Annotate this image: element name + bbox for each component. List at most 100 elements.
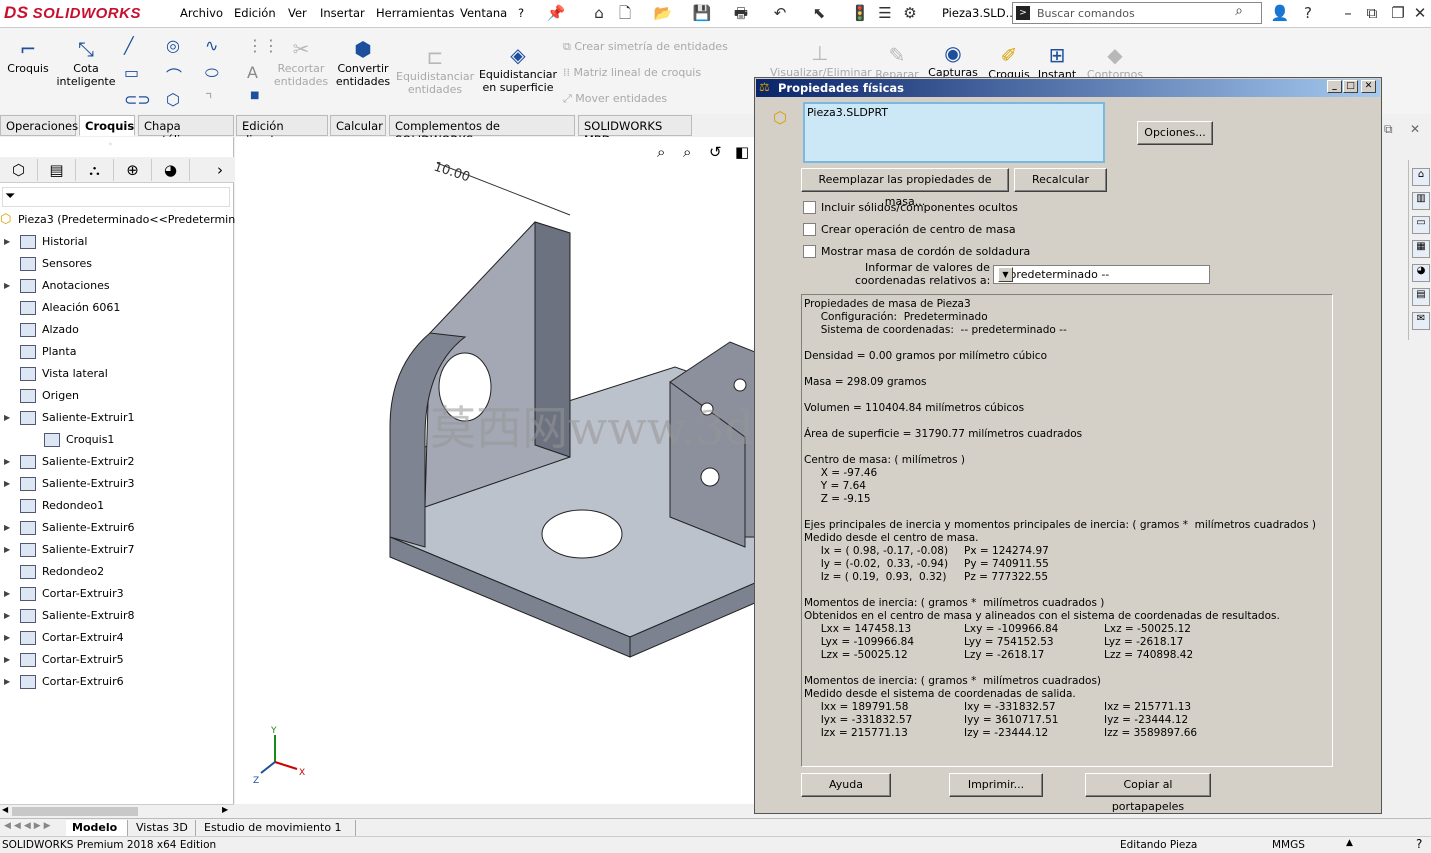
include-hidden-checkbox[interactable] — [803, 201, 816, 214]
dialog-close-icon[interactable]: ✕ — [1361, 80, 1376, 93]
print-button[interactable]: Imprimir... — [949, 773, 1043, 797]
dialog-title[interactable]: Propiedades físicas — [756, 79, 1380, 97]
select-icon[interactable]: ⬉ — [809, 4, 829, 22]
pin-icon[interactable]: 📌 — [546, 4, 566, 22]
design-library-icon[interactable]: ▥ — [1412, 192, 1430, 210]
close-icon[interactable]: ✕ — [1410, 4, 1430, 22]
tree-item[interactable]: Vista lateral — [0, 363, 234, 385]
move-entities-button[interactable]: ⤢ Mover entidades — [563, 92, 667, 106]
repair-sketch-button[interactable]: ✎ Reparar — [874, 42, 920, 81]
sketch-button[interactable]: ⌐ Croquis — [4, 36, 52, 75]
zoom-area-icon[interactable]: ⌕ — [683, 143, 691, 161]
offset-entities-button[interactable]: ⊏ Equidistanciar entidades — [396, 44, 474, 96]
forum-icon[interactable]: ✉ — [1412, 312, 1430, 330]
ellipse-icon[interactable]: ⬭ — [205, 63, 219, 83]
point-icon[interactable]: ■ — [250, 90, 259, 101]
linear-pattern-button[interactable]: ⁞⁞ Matriz lineal de croquis — [563, 66, 701, 79]
convert-entities-button[interactable]: ⬢ Convertir entidades — [334, 36, 392, 88]
expand-icon[interactable]: ▶ — [4, 473, 10, 495]
dialog-maximize-icon[interactable]: □ — [1343, 80, 1358, 93]
expand-icon[interactable]: ▶ — [4, 275, 10, 297]
open-icon[interactable]: 📂 — [653, 4, 673, 22]
display-manager-icon[interactable]: ◕ — [152, 159, 190, 181]
menu-archivo[interactable]: Archivo — [180, 6, 223, 20]
tree-item[interactable]: ▶ Saliente-Extruir6 — [0, 517, 234, 539]
expand-icon[interactable]: ▶ — [4, 451, 10, 473]
tree-item[interactable]: ▶ Cortar-Extruir5 — [0, 649, 234, 671]
show-weld-checkbox[interactable] — [803, 245, 816, 258]
menu-edicion[interactable]: Edición — [234, 6, 276, 20]
tree-filter[interactable]: ⏷ — [2, 187, 230, 207]
slot-icon[interactable]: ⊂⊃ — [124, 90, 151, 109]
arc-icon[interactable]: ⌒ — [166, 63, 182, 87]
smart-dimension-button[interactable]: ⤡ Cota inteligente — [56, 36, 116, 88]
rapid-sketch-button[interactable]: ✐ Croquis — [986, 42, 1032, 81]
expand-icon[interactable]: ▶ — [4, 583, 10, 605]
minimize-icon[interactable]: – — [1338, 4, 1358, 22]
restore-icon[interactable]: ⧉ — [1362, 4, 1382, 22]
scroll-left-icon[interactable]: ◀ — [2, 805, 8, 814]
tree-item[interactable]: Origen — [0, 385, 234, 407]
polygon-icon[interactable]: ⬡ — [166, 90, 180, 109]
tab-croquis[interactable]: Croquis — [79, 115, 135, 136]
units-chevron-icon[interactable]: ▲ — [1346, 838, 1353, 848]
tree-item[interactable]: Alzado — [0, 319, 234, 341]
tree-item[interactable]: ▶ Cortar-Extruir6 — [0, 671, 234, 693]
tree-root[interactable]: ⬡ Pieza3 (Predeterminado<<Predeterminado… — [0, 209, 265, 231]
contours-button[interactable]: ◆ Contornos — [1084, 42, 1146, 81]
restore-doc-icon[interactable]: ⧉ — [1384, 122, 1393, 137]
dialog-minimize-icon[interactable]: _ — [1327, 80, 1342, 93]
solidworks-logo[interactable]: DS SOLIDWORKS — [4, 3, 150, 25]
tab-nav-arrows[interactable]: ◀◀◀▶▶ — [4, 821, 54, 831]
copy-clipboard-button[interactable]: Copiar al portapapeles — [1085, 773, 1211, 813]
view-palette-icon[interactable]: ▦ — [1412, 240, 1430, 258]
dimension-label[interactable]: 10.00 — [432, 160, 472, 186]
scroll-thumb[interactable] — [12, 807, 138, 816]
tab-vistas3d[interactable]: Vistas 3D — [130, 820, 196, 836]
maximize-icon[interactable]: ❐ — [1388, 4, 1408, 22]
expand-icon[interactable]: ▶ — [4, 649, 10, 671]
search-icon[interactable]: ⌕ — [1235, 3, 1243, 19]
coordinate-system-select[interactable]: -- predeterminado -- ▼ — [993, 265, 1210, 284]
expand-icon[interactable]: ▶ — [4, 605, 10, 627]
menu-herramientas[interactable]: Herramientas — [376, 6, 454, 20]
tree-item[interactable]: ▶ Anotaciones — [0, 275, 234, 297]
status-units[interactable]: MMGS — [1272, 839, 1305, 851]
expand-icon[interactable]: ▶ — [4, 407, 10, 429]
tab-complementos[interactable]: Complementos de SOLIDWORKS — [389, 115, 575, 147]
spline-icon[interactable]: ∿ — [205, 36, 218, 55]
appearances-icon[interactable]: ◕ — [1412, 264, 1430, 282]
menu-ventana[interactable]: Ventana — [460, 6, 507, 20]
display-delete-relations-button[interactable]: ⊥ Visualizar/Eliminar — [770, 40, 872, 79]
tree-item[interactable]: Planta — [0, 341, 234, 363]
property-manager-icon[interactable]: ▤ — [38, 159, 76, 181]
undo-icon[interactable]: ↶ — [770, 4, 790, 22]
rebuild-icon[interactable]: 🚦 — [850, 4, 870, 22]
tree-item[interactable]: ▶ Saliente-Extruir8 — [0, 605, 234, 627]
offset-on-surface-button[interactable]: ◈ Equidistanciar en superficie — [478, 42, 558, 94]
feature-tree-icon[interactable]: ⬡ — [0, 159, 38, 181]
resources-icon[interactable]: ⌂ — [1412, 168, 1430, 186]
menu-insertar[interactable]: Insertar — [320, 6, 365, 20]
recalculate-button[interactable]: Recalcular — [1014, 168, 1107, 192]
chevron-down-icon[interactable]: ▼ — [998, 267, 1013, 282]
menu-help[interactable]: ? — [518, 6, 524, 20]
graphics-area[interactable]: 10.00 Y X Z ⌕ ⌕ ↺ ◧ — [235, 137, 755, 804]
tab-calcular[interactable]: Calcular — [330, 115, 386, 136]
tree-item[interactable]: ▶ Cortar-Extruir3 — [0, 583, 234, 605]
splitter-handle[interactable]: ◦ — [108, 140, 113, 149]
tab-edicion-directa[interactable]: Edición directa — [236, 115, 328, 147]
tree-item[interactable]: Redondeo1 — [0, 495, 234, 517]
user-icon[interactable]: 👤 — [1270, 4, 1290, 22]
tree-item[interactable]: ▶ Saliente-Extruir3 — [0, 473, 234, 495]
chevron-right-icon[interactable]: › — [210, 159, 230, 181]
selection-list[interactable]: Pieza3.SLDPRT — [803, 102, 1105, 163]
tab-operaciones[interactable]: Operaciones — [0, 115, 78, 136]
tab-estudio-movimiento[interactable]: Estudio de movimiento 1 — [198, 820, 356, 836]
tree-item[interactable]: ▶ Saliente-Extruir1 — [0, 407, 234, 429]
tree-item[interactable]: Croquis1 — [0, 429, 234, 451]
expand-icon[interactable]: ▶ — [4, 231, 10, 253]
rectangle-icon[interactable]: ▭ — [124, 63, 139, 82]
expand-icon[interactable]: ▶ — [4, 517, 10, 539]
mass-properties-results[interactable]: Propiedades de masa de Pieza3 Configurac… — [801, 294, 1333, 767]
